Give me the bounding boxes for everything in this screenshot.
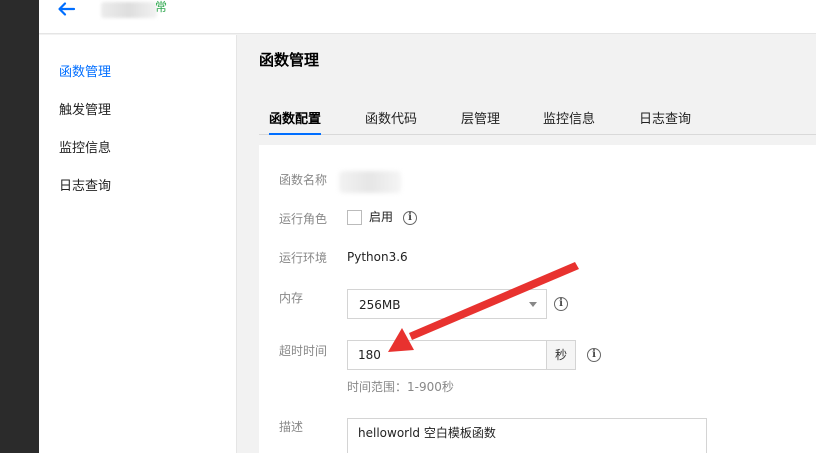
description-label: 描述: [279, 420, 304, 434]
run-role-checkbox[interactable]: [347, 210, 362, 225]
runtime-label: 运行环境: [279, 251, 328, 265]
timeout-label: 超时时间: [279, 344, 328, 358]
info-icon[interactable]: i: [587, 348, 601, 362]
main-content: 函数管理 函数配置 函数代码 层管理 监控信息 日志查询 函数名称 运行角色 启…: [238, 35, 816, 453]
top-bar: 常: [39, 0, 816, 34]
timeout-hint: 时间范围：1-900秒: [347, 380, 454, 394]
tab-function-config[interactable]: 函数配置: [269, 111, 322, 135]
memory-select[interactable]: 256MB: [347, 289, 547, 319]
runtime-value: Python3.6: [347, 250, 408, 264]
chevron-down-icon: [529, 302, 537, 307]
tab-function-code[interactable]: 函数代码: [365, 111, 417, 135]
timeout-unit: 秒: [546, 340, 576, 370]
status-badge: 常: [155, 0, 168, 14]
tab-monitoring[interactable]: 监控信息: [543, 111, 595, 135]
sidebar-item-function-management[interactable]: 函数管理: [59, 63, 111, 83]
page-title: 函数管理: [259, 51, 320, 69]
tab-layer-management[interactable]: 层管理: [461, 111, 500, 135]
sidebar-item-monitoring[interactable]: 监控信息: [59, 139, 111, 159]
info-icon[interactable]: i: [403, 211, 417, 225]
arrow-left-icon[interactable]: [55, 0, 77, 18]
sidebar-item-log-query[interactable]: 日志查询: [59, 177, 111, 197]
function-name-label: 函数名称: [279, 173, 328, 187]
timeout-input[interactable]: [347, 340, 547, 370]
run-role-checkbox-label[interactable]: 启用: [369, 210, 393, 225]
description-textarea[interactable]: helloworld 空白模板函数: [347, 418, 707, 453]
tab-log-query[interactable]: 日志查询: [639, 111, 691, 135]
tab-bar: 函数配置 函数代码 层管理 监控信息 日志查询: [259, 109, 816, 135]
run-role-label: 运行角色: [279, 212, 328, 226]
memory-label: 内存: [279, 291, 304, 305]
config-form-card: 函数名称 运行角色 启用 i 运行环境 Python3.6 内存 256MB i…: [259, 145, 816, 453]
memory-select-value: 256MB: [359, 298, 401, 312]
left-dark-strip: [0, 0, 39, 453]
function-name-value-redacted: [339, 171, 401, 193]
sidebar-item-trigger-management[interactable]: 触发管理: [59, 101, 111, 121]
sidebar: 函数管理 触发管理 监控信息 日志查询: [39, 35, 237, 453]
function-name-redacted: [101, 2, 157, 18]
info-icon[interactable]: i: [554, 297, 568, 311]
